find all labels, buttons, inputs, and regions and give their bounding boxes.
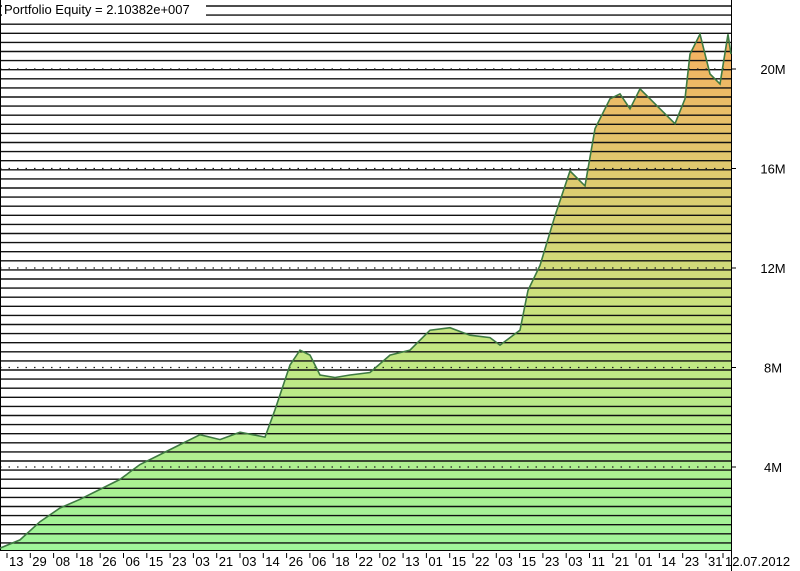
x-tick-label: 22 <box>475 554 489 569</box>
x-tick-label: 18 <box>79 554 93 569</box>
x-tick-label: 03 <box>195 554 209 569</box>
x-tick-label: 21 <box>615 554 629 569</box>
x-tick-label: 11 <box>592 554 606 569</box>
x-tick-label: 15 <box>149 554 163 569</box>
x-tick-label: 22 <box>359 554 373 569</box>
x-tick-label: 08 <box>56 554 70 569</box>
x-tick-label: 12.07.2012 <box>725 554 790 569</box>
x-tick-label: 26 <box>102 554 116 569</box>
equity-chart: 4M 8M 12M 16M 20M 13 29 08 18 26 06 15 23 03 21 03 14 26 0… <box>0 0 790 571</box>
x-tick-label: 31 <box>708 554 722 569</box>
equity-area <box>0 34 731 550</box>
x-tick-label: 01 <box>638 554 652 569</box>
y-tick-label: 12M <box>760 261 785 276</box>
y-tick-label: 4M <box>764 460 782 475</box>
x-tick-label: 15 <box>452 554 466 569</box>
chart-title: Portfolio Equity = 2.10382e+007 <box>4 2 190 17</box>
x-tick-label: 03 <box>568 554 582 569</box>
x-tick-label: 02 <box>382 554 396 569</box>
y-tick-label: 8M <box>764 361 782 376</box>
y-tick-label: 20M <box>760 62 785 77</box>
x-tick-label: 03 <box>242 554 256 569</box>
x-tick-label: 23 <box>172 554 186 569</box>
x-tick-label: 23 <box>685 554 699 569</box>
x-tick-label: 01 <box>428 554 442 569</box>
x-tick-label: 03 <box>498 554 512 569</box>
x-tick-label: 23 <box>545 554 559 569</box>
x-tick-label: 06 <box>312 554 326 569</box>
x-tick-label: 26 <box>289 554 303 569</box>
x-tick-label: 29 <box>32 554 46 569</box>
x-tick-label: 14 <box>265 554 279 569</box>
x-tick-label: 15 <box>522 554 536 569</box>
x-tick-label: 18 <box>335 554 349 569</box>
x-tick-label: 13 <box>9 554 23 569</box>
x-tick-label: 14 <box>661 554 675 569</box>
x-tick-label: 21 <box>219 554 233 569</box>
x-tick-label: 13 <box>405 554 419 569</box>
y-tick-label: 16M <box>760 162 785 177</box>
x-tick-label: 06 <box>126 554 140 569</box>
